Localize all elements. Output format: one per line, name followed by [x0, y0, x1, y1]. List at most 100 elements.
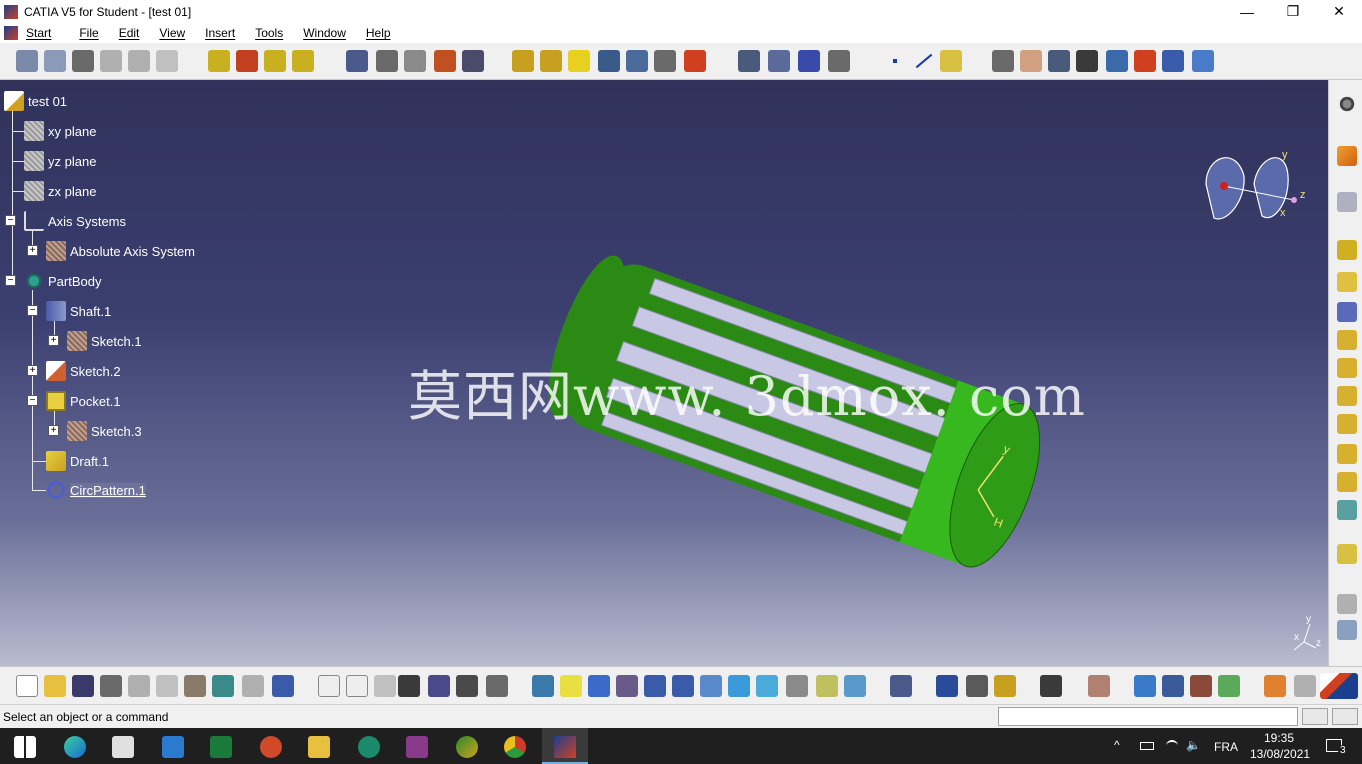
- apply-material-icon[interactable]: [1192, 50, 1214, 72]
- measure-between-icon[interactable]: [936, 675, 958, 697]
- windows-start-icon[interactable]: [14, 736, 36, 758]
- sketch-icon[interactable]: [346, 50, 368, 72]
- menu-start[interactable]: Start: [26, 26, 51, 40]
- rotate-icon[interactable]: [616, 675, 638, 697]
- zoom-in-icon[interactable]: [644, 675, 666, 697]
- point-icon[interactable]: [884, 50, 906, 72]
- fillet-icon[interactable]: [376, 50, 398, 72]
- line-icon[interactable]: [912, 50, 934, 72]
- paste-icon[interactable]: [184, 675, 206, 697]
- hide-show-icon[interactable]: [816, 675, 838, 697]
- mirror-icon[interactable]: [768, 50, 790, 72]
- maximize-button[interactable]: ❐: [1270, 0, 1316, 23]
- fly-mode-icon[interactable]: [532, 675, 554, 697]
- pocket-icon[interactable]: [264, 50, 286, 72]
- fit-all-icon[interactable]: [560, 675, 582, 697]
- remove-section-icon[interactable]: [1337, 472, 1357, 492]
- grid-icon[interactable]: [1088, 675, 1110, 697]
- sew-surface-icon[interactable]: [654, 50, 676, 72]
- knowledge-icon[interactable]: [346, 675, 368, 697]
- stiffener-icon[interactable]: [1337, 500, 1357, 520]
- powerpoint-icon[interactable]: [260, 736, 282, 758]
- pin-icon[interactable]: [1294, 675, 1316, 697]
- constraint-icon[interactable]: [100, 50, 122, 72]
- menu-file[interactable]: File: [79, 26, 98, 40]
- swap-visible-icon[interactable]: [844, 675, 866, 697]
- catalog-icon[interactable]: [456, 675, 478, 697]
- properties-icon[interactable]: [44, 50, 66, 72]
- shaft-icon[interactable]: [1337, 302, 1357, 322]
- capture-icon[interactable]: [1040, 675, 1062, 697]
- groove-icon[interactable]: [1337, 330, 1357, 350]
- translation-icon[interactable]: [738, 50, 760, 72]
- 3d-viewport[interactable]: test 01 xy plane yz plane zx plane − Axi…: [0, 80, 1328, 666]
- mail-icon[interactable]: [162, 736, 184, 758]
- menu-help[interactable]: Help: [366, 26, 391, 40]
- zoom-out-icon[interactable]: [672, 675, 694, 697]
- menu-tools[interactable]: Tools: [255, 26, 283, 40]
- map-icon[interactable]: [1162, 675, 1184, 697]
- command-input[interactable]: [998, 707, 1298, 726]
- formula-icon[interactable]: [156, 50, 178, 72]
- multi-view-icon[interactable]: [728, 675, 750, 697]
- update-all-icon[interactable]: [890, 675, 912, 697]
- catia-taskbar-active[interactable]: [542, 728, 588, 764]
- material-icon[interactable]: [1218, 675, 1240, 697]
- clock-time[interactable]: 19:35: [1264, 731, 1294, 745]
- menu-edit[interactable]: Edit: [119, 26, 140, 40]
- winrar-icon[interactable]: [406, 736, 428, 758]
- close-surface-icon[interactable]: [626, 50, 648, 72]
- pad-icon[interactable]: [1337, 240, 1357, 260]
- clock-date[interactable]: 13/08/2021: [1250, 747, 1310, 761]
- slot-icon[interactable]: [1337, 414, 1357, 434]
- thread-icon[interactable]: [540, 50, 562, 72]
- battery-icon[interactable]: [1140, 742, 1154, 750]
- plane-icon[interactable]: [940, 50, 962, 72]
- pocket-icon[interactable]: [1337, 272, 1357, 292]
- redo-icon[interactable]: [242, 675, 264, 697]
- volume-icon[interactable]: 🔈: [1186, 738, 1201, 752]
- pattern-icon[interactable]: [798, 50, 820, 72]
- hand-icon[interactable]: [1020, 50, 1042, 72]
- inertia-icon[interactable]: [1162, 50, 1184, 72]
- annotation-icon[interactable]: [1337, 620, 1357, 640]
- measure-item-icon[interactable]: [1134, 50, 1156, 72]
- chrome-icon[interactable]: [504, 736, 526, 758]
- normal-view-icon[interactable]: [700, 675, 722, 697]
- save-icon[interactable]: [72, 675, 94, 697]
- sketcher-icon[interactable]: [1337, 192, 1357, 212]
- remove-face-icon[interactable]: [684, 50, 706, 72]
- new-file-icon[interactable]: [16, 675, 38, 697]
- command-stop-button[interactable]: [1332, 708, 1358, 725]
- menu-window[interactable]: Window: [303, 26, 346, 40]
- boolean-icon[interactable]: [992, 50, 1014, 72]
- update-icon[interactable]: [72, 50, 94, 72]
- chamfer-icon[interactable]: [404, 50, 426, 72]
- file-explorer-icon[interactable]: [308, 736, 330, 758]
- hole-icon[interactable]: [1337, 358, 1357, 378]
- select-mode-icon[interactable]: [486, 675, 508, 697]
- hole-icon[interactable]: [292, 50, 314, 72]
- compass-widget[interactable]: y z x: [1196, 146, 1306, 226]
- app-globe-icon[interactable]: [456, 736, 478, 758]
- shaft-icon[interactable]: [236, 50, 258, 72]
- analysis-icon[interactable]: [1337, 594, 1357, 614]
- measure-item-icon[interactable]: [966, 675, 988, 697]
- pad-icon[interactable]: [208, 50, 230, 72]
- tray-chevron-icon[interactable]: ^: [1114, 738, 1120, 752]
- close-button[interactable]: ✕: [1316, 0, 1362, 23]
- edge-icon[interactable]: [64, 736, 86, 758]
- table-icon[interactable]: [398, 675, 420, 697]
- surface-icon[interactable]: [1337, 544, 1357, 564]
- workbench-icon[interactable]: [1337, 94, 1357, 114]
- measure-inertia-icon[interactable]: [994, 675, 1016, 697]
- print-icon[interactable]: [100, 675, 122, 697]
- multi-section-icon[interactable]: [1337, 444, 1357, 464]
- select-arrow-icon[interactable]: [1337, 146, 1357, 166]
- rib-icon[interactable]: [1337, 386, 1357, 406]
- language-indicator[interactable]: FRA: [1214, 740, 1238, 754]
- split-icon[interactable]: [568, 50, 590, 72]
- hide-show-icon[interactable]: [128, 50, 150, 72]
- light-icon[interactable]: [374, 675, 396, 697]
- measure-icon[interactable]: [1076, 50, 1098, 72]
